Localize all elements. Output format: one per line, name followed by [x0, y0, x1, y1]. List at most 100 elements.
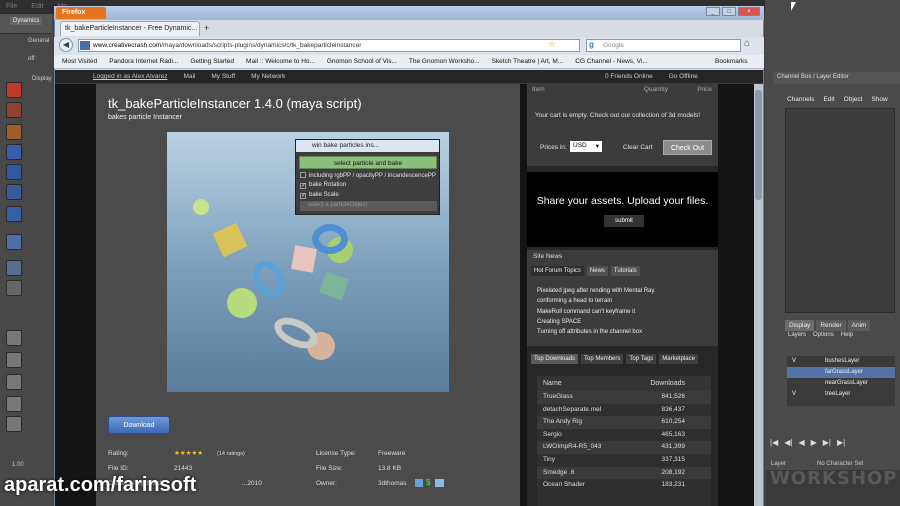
maya-menu-file[interactable]: File — [6, 3, 17, 11]
go-end-icon[interactable]: ▶| — [837, 438, 845, 447]
bookmark-item[interactable]: Sketch Theatre | Art, M... — [492, 58, 564, 65]
bake-button[interactable]: select particle and bake — [299, 156, 437, 169]
currency-select[interactable]: USD ▾ — [570, 141, 602, 152]
tab-top-downloads[interactable]: Top Downloads — [531, 354, 579, 364]
owner-value[interactable]: 3dthomas — [378, 480, 407, 487]
download-button[interactable]: Download — [108, 416, 170, 434]
home-icon[interactable]: ⌂ — [744, 38, 750, 49]
layer-row[interactable]: VbushesLayer — [787, 356, 895, 367]
table-row[interactable]: TrueGlass 841,526 — [537, 391, 711, 404]
checkbox-checked-icon[interactable]: ✓ — [300, 183, 306, 189]
list-item[interactable]: conforming a head to terrain — [537, 296, 656, 306]
address-bar[interactable]: www.creativecrash.com/maya/downloads/scr… — [78, 39, 580, 52]
option-bake-scale[interactable]: ✓ bake Scale — [300, 192, 339, 199]
checkbox-icon[interactable] — [300, 172, 306, 178]
tab-anim[interactable]: Anim — [847, 320, 871, 331]
layout-two-icon[interactable] — [6, 352, 22, 368]
channel-menu-edit[interactable]: Edit — [823, 96, 834, 103]
minimize-icon[interactable]: _ — [706, 7, 720, 16]
layout-four-icon[interactable] — [6, 330, 22, 346]
tab-render[interactable]: Render — [816, 320, 846, 331]
play-forward-icon[interactable]: ▶ — [811, 438, 817, 447]
tab-display[interactable]: Display — [785, 320, 815, 331]
new-tab-icon[interactable]: + — [204, 23, 209, 33]
option-rgbpp[interactable]: including rgbPP / opacityPP / incandesce… — [300, 172, 436, 179]
bookmarks-menu[interactable]: Bookmarks — [715, 58, 748, 65]
bookmark-item[interactable]: Pandora Internet Radi... — [109, 58, 178, 65]
bookmark-item[interactable]: CG Channel - News, Vi... — [575, 58, 648, 65]
table-row[interactable]: detachSeparate.mel 836,437 — [537, 404, 711, 417]
shelf-tab-dynamics[interactable]: Dynamics — [10, 17, 43, 25]
mail-icon[interactable] — [435, 479, 444, 487]
table-row[interactable]: Tiny 337,315 — [537, 454, 711, 467]
back-arrow-icon[interactable]: ◀ — [59, 38, 73, 52]
list-item[interactable]: MakeRoll command can't keyframe it — [537, 307, 656, 317]
channel-menu-show[interactable]: Show — [871, 96, 887, 103]
checkbox-checked-icon[interactable]: ✓ — [300, 193, 306, 199]
go-start-icon[interactable]: |◀ — [770, 438, 778, 447]
tab-news[interactable]: News — [586, 266, 608, 276]
message-icon[interactable] — [415, 479, 423, 487]
table-row[interactable]: Sergio 465,163 — [537, 429, 711, 442]
select-tool-icon[interactable] — [6, 82, 22, 98]
my-network-link[interactable]: My Network — [251, 73, 285, 83]
tab-marketplace[interactable]: Marketplace — [659, 354, 698, 364]
play-back-icon[interactable]: ◀ — [798, 438, 804, 447]
lasso-tool-icon[interactable] — [6, 102, 22, 118]
channel-menu-object[interactable]: Object — [844, 96, 863, 103]
layer-row[interactable]: VtreeLayer — [787, 389, 895, 400]
step-forward-icon[interactable]: ▶| — [823, 438, 831, 447]
friends-online-link[interactable]: 0 Friends Online — [605, 73, 653, 80]
submit-button[interactable]: submit — [604, 215, 644, 227]
search-input[interactable]: Google — [586, 39, 741, 52]
list-item[interactable]: Pixelated jpeg after rending with Mental… — [537, 286, 656, 296]
step-back-icon[interactable]: ◀| — [784, 438, 792, 447]
tab-hot-forum[interactable]: Hot Forum Topics — [531, 266, 584, 276]
go-offline-link[interactable]: Go Offline — [669, 73, 698, 80]
layout-graph-icon[interactable] — [6, 396, 22, 412]
layout-hypershade-icon[interactable] — [6, 416, 22, 432]
checkout-button[interactable]: Check Out — [663, 140, 712, 155]
layout-single-icon[interactable] — [6, 280, 22, 296]
browser-tab[interactable]: tk_bakeParticleInstancer - Free Dynamic.… — [60, 21, 200, 36]
bookmark-item[interactable]: The Gnomon Worksho... — [409, 58, 480, 65]
mail-link[interactable]: Mail — [183, 73, 195, 83]
close-icon[interactable]: × — [738, 7, 760, 16]
layout-outliner-icon[interactable] — [6, 374, 22, 390]
bookmark-item[interactable]: Most Visited — [62, 58, 97, 65]
clear-cart-link[interactable]: Clear Cart — [623, 144, 653, 151]
option-bake-rotation[interactable]: ✓ bake Rotation — [300, 182, 346, 189]
paint-tool-icon[interactable] — [6, 124, 22, 140]
tab-tutorials[interactable]: Tutorials — [610, 266, 640, 276]
table-row[interactable]: LWOImpR4-R5_043 431,399 — [537, 441, 711, 454]
layer-row[interactable]: farGrassLayer — [787, 367, 895, 378]
rotate-tool-icon[interactable] — [6, 164, 22, 180]
bookmark-star-icon[interactable]: ☆ — [548, 39, 556, 50]
maya-menu-edit[interactable]: Edit — [31, 3, 43, 11]
my-stuff-link[interactable]: My Stuff — [211, 73, 235, 83]
soft-mod-icon[interactable] — [6, 234, 22, 250]
list-item[interactable]: Turning off attributes in the channel bo… — [537, 327, 656, 337]
maximize-icon[interactable]: □ — [722, 7, 736, 16]
table-row[interactable]: Ocean Shader 183,231 — [537, 479, 711, 492]
tab-top-tags[interactable]: Top Tags — [626, 354, 657, 364]
component-icon[interactable] — [6, 260, 22, 276]
tab-top-members[interactable]: Top Members — [581, 354, 624, 364]
layer-menu-layers[interactable]: Layers — [788, 332, 806, 338]
table-row[interactable]: Smedge .6 208,192 — [537, 466, 711, 480]
layer-menu-options[interactable]: Options — [813, 332, 834, 338]
bookmark-item[interactable]: Gnomon School of Vis... — [327, 58, 397, 65]
bookmark-item[interactable]: Getting Started — [190, 58, 234, 65]
table-row[interactable]: The Andy Rig 610,254 — [537, 416, 711, 429]
scrollbar-thumb[interactable] — [755, 90, 762, 200]
firefox-menu-button[interactable]: Firefox — [56, 7, 106, 19]
layer-row[interactable]: nearGrassLayer — [787, 378, 895, 389]
bookmark-item[interactable]: Mail :: Welcome to Ho... — [246, 58, 315, 65]
dollar-icon[interactable]: $ — [426, 478, 430, 487]
layer-menu-help[interactable]: Help — [841, 332, 853, 338]
move-tool-icon[interactable] — [6, 144, 22, 160]
character-set-field[interactable]: No Character Set — [817, 461, 863, 467]
manipulator-icon[interactable] — [6, 206, 22, 222]
list-item[interactable]: Creating SPACE — [537, 317, 656, 327]
channel-menu-channels[interactable]: Channels — [787, 96, 814, 103]
